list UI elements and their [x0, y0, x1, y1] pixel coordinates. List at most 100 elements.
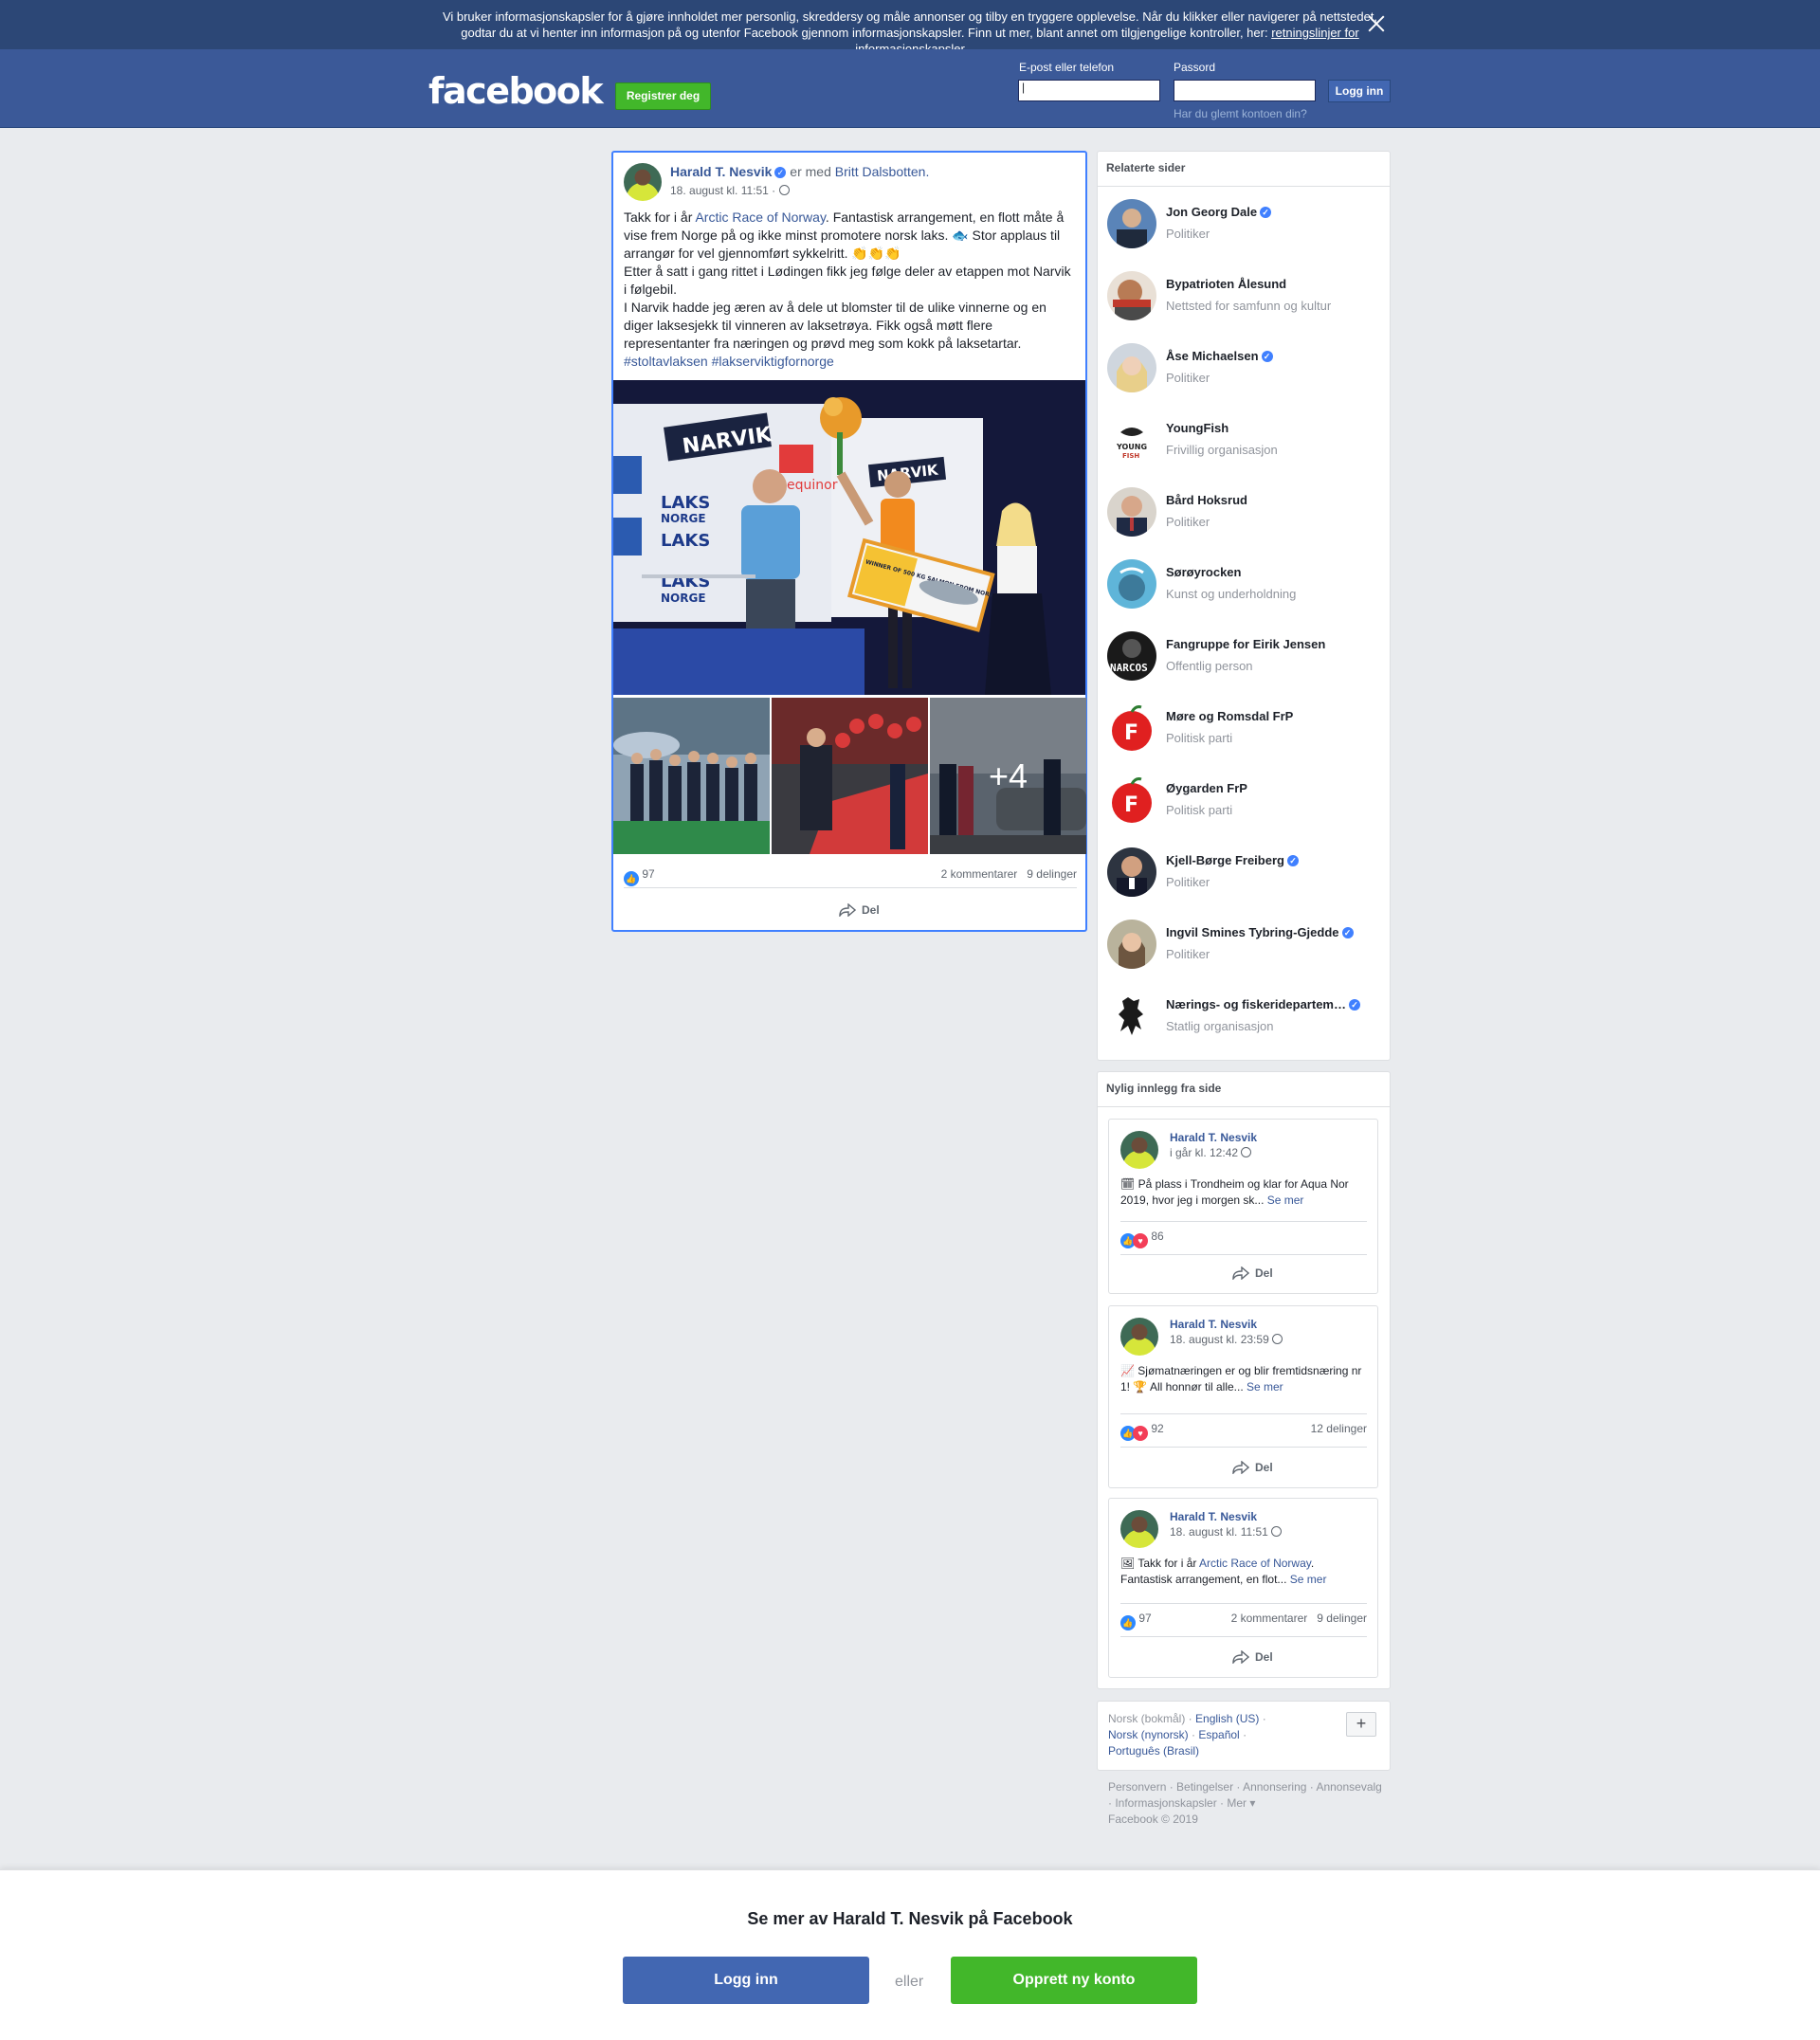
- likes-count: 97: [642, 867, 655, 881]
- language-link[interactable]: Español: [1198, 1728, 1239, 1741]
- page-category: Statlig organisasjon: [1166, 1019, 1274, 1033]
- register-button[interactable]: Registrer deg: [615, 82, 711, 110]
- post-author-link[interactable]: Harald T. Nesvik: [1170, 1318, 1257, 1331]
- verified-icon: ✓: [1260, 207, 1272, 218]
- more-photos-count[interactable]: +4: [930, 698, 1086, 854]
- frp-logo: F: [1107, 775, 1156, 825]
- recent-post-card[interactable]: Harald T. Nesvik 18. august kl. 11:51 🖼 …: [1108, 1498, 1378, 1678]
- excerpt-text: På plass i Trondheim og klar for Aqua No…: [1120, 1177, 1349, 1207]
- arctic-race-link[interactable]: Arctic Race of Norway: [695, 209, 825, 225]
- separator: ·: [1188, 1728, 1199, 1741]
- language-link[interactable]: English (US): [1195, 1712, 1259, 1725]
- calendar-icon: 🗓: [1120, 1177, 1136, 1191]
- photo-icon: 🖼: [1120, 1557, 1136, 1570]
- hashtag-links[interactable]: #stoltavlaksen #lakserviktigfornorge: [624, 354, 834, 369]
- reactions-summary[interactable]: 👍 97: [624, 867, 655, 886]
- share-label: Del: [862, 903, 880, 917]
- author-avatar[interactable]: [1120, 1510, 1158, 1548]
- footer-link-list[interactable]: Personvern · Betingelser · Annonsering ·…: [1108, 1780, 1382, 1794]
- post-date-link[interactable]: 18. august kl. 11:51: [1170, 1525, 1271, 1539]
- reactions-count[interactable]: 92: [1151, 1422, 1163, 1435]
- related-page-item[interactable]: F Møre og Romsdal FrP Politisk parti: [1107, 703, 1382, 756]
- bottom-login-button[interactable]: Logg inn: [623, 1957, 869, 2004]
- related-page-item[interactable]: Sørøyrocken Kunst og underholdning: [1107, 559, 1382, 612]
- related-page-item[interactable]: Bypatrioten Ålesund Nettsted for samfunn…: [1107, 271, 1382, 324]
- photo-thumbnails: +4: [613, 698, 1086, 854]
- more-languages-button[interactable]: +: [1346, 1712, 1376, 1737]
- related-page-item[interactable]: Bård Hoksrud Politiker: [1107, 487, 1382, 540]
- author-avatar[interactable]: [624, 163, 662, 201]
- share-button[interactable]: Del: [1232, 1266, 1273, 1280]
- page-avatar: [1107, 847, 1156, 897]
- share-button[interactable]: Del: [839, 903, 880, 917]
- share-button[interactable]: Del: [1232, 1650, 1273, 1664]
- password-field[interactable]: [1174, 80, 1316, 101]
- page-name: Åse Michaelsen: [1166, 349, 1259, 363]
- login-button[interactable]: Logg inn: [1328, 80, 1391, 102]
- see-more-link[interactable]: Se mer: [1247, 1380, 1283, 1393]
- forgot-account-link[interactable]: Har du glemt kontoen din?: [1174, 107, 1307, 120]
- shares-count[interactable]: 12 delinger: [1311, 1422, 1367, 1435]
- reactions-count[interactable]: 86: [1151, 1229, 1163, 1243]
- footer-link-list[interactable]: · Informasjonskapsler · Mer ▾: [1108, 1796, 1255, 1810]
- related-page-item[interactable]: Åse Michaelsen ✓ Politiker: [1107, 343, 1382, 396]
- copyright: Facebook © 2019: [1108, 1812, 1198, 1826]
- share-label: Del: [1255, 1461, 1273, 1474]
- facebook-logo[interactable]: facebook: [428, 70, 604, 112]
- recent-post-card[interactable]: Harald T. Nesvik 18. august kl. 23:59 📈 …: [1108, 1305, 1378, 1488]
- related-page-item[interactable]: Jon Georg Dale ✓ Politiker: [1107, 199, 1382, 252]
- related-page-item[interactable]: Ingvil Smines Tybring-Gjedde ✓ Politiker: [1107, 920, 1382, 973]
- see-more-link[interactable]: Se mer: [1267, 1193, 1304, 1207]
- language-selector: Norsk (bokmål) · English (US) · Norsk (n…: [1097, 1701, 1391, 1771]
- photo-thumbnail[interactable]: +4: [930, 698, 1086, 854]
- recent-posts-title: Nylig innlegg fra side: [1098, 1072, 1390, 1107]
- reactions-count[interactable]: 97: [1138, 1612, 1151, 1625]
- related-pages-title: Relaterte sider: [1098, 152, 1390, 187]
- recent-post-card[interactable]: Harald T. Nesvik i går kl. 12:42 🗓 På pl…: [1108, 1119, 1378, 1294]
- comments-count[interactable]: 2 kommentarer: [941, 867, 1018, 881]
- photo-thumbnail[interactable]: [613, 698, 770, 854]
- post-author-link[interactable]: Harald T. Nesvik: [1170, 1510, 1257, 1523]
- author-avatar[interactable]: [1120, 1131, 1158, 1169]
- laks-sign-text: LAKS: [661, 493, 710, 513]
- related-page-item[interactable]: NARCOS Fangruppe for Eirik Jensen Offent…: [1107, 631, 1382, 684]
- verified-icon: ✓: [1286, 855, 1299, 866]
- author-avatar[interactable]: [1120, 1318, 1158, 1356]
- body-text: I Narvik hadde jeg æren av å dele ut blo…: [624, 300, 1046, 351]
- comments-shares-summary: 2 kommentarer 9 delinger: [941, 867, 1077, 881]
- globe-icon: [778, 185, 790, 195]
- page-name: Fangruppe for Eirik Jensen: [1166, 637, 1326, 651]
- page-category: Offentlig person: [1166, 659, 1253, 673]
- globe-icon: [1271, 1526, 1283, 1537]
- post-date-link[interactable]: i går kl. 12:42: [1170, 1146, 1241, 1159]
- tagged-person-link[interactable]: Britt Dalsbotten.: [835, 164, 930, 179]
- norge-sign-text: NORGE: [661, 512, 706, 525]
- comments-count[interactable]: 2 kommentarer: [1231, 1612, 1308, 1625]
- post-date-link[interactable]: 18. august kl. 11:51 ·: [670, 184, 779, 197]
- related-page-item[interactable]: YOUNG FISH YoungFish Frivillig organisasj…: [1107, 415, 1382, 468]
- with-text: er med: [786, 164, 835, 179]
- related-page-item[interactable]: Nærings- og fiskeridepartem… ✓ Statlig or…: [1107, 992, 1382, 1045]
- language-link[interactable]: Norsk (nynorsk): [1108, 1728, 1189, 1741]
- see-more-link[interactable]: Se mer: [1290, 1573, 1327, 1586]
- arctic-race-link[interactable]: Arctic Race of Norway: [1199, 1557, 1311, 1570]
- post-author-link[interactable]: Harald T. Nesvik: [670, 164, 772, 179]
- like-icon: 👍: [624, 871, 639, 886]
- share-icon: [1232, 1650, 1249, 1664]
- shares-count[interactable]: 9 delinger: [1317, 1612, 1367, 1625]
- related-page-item[interactable]: Kjell-Børge Freiberg ✓ Politiker: [1107, 847, 1382, 901]
- main-photo[interactable]: NARVIK NARVIK LAKS NORGE LAKS LAKS NORGE…: [613, 380, 1085, 695]
- close-icon[interactable]: [1366, 13, 1387, 34]
- email-field[interactable]: |: [1018, 80, 1160, 101]
- post-date-link[interactable]: 18. august kl. 23:59: [1170, 1333, 1272, 1346]
- shares-count[interactable]: 9 delinger: [1027, 867, 1077, 881]
- language-link[interactable]: Português (Brasil): [1108, 1744, 1199, 1758]
- photo-thumbnail[interactable]: [772, 698, 928, 854]
- post-author-link[interactable]: Harald T. Nesvik: [1170, 1131, 1257, 1144]
- page-avatar: [1107, 487, 1156, 537]
- related-page-item[interactable]: F Øygarden FrP Politisk parti: [1107, 775, 1382, 829]
- share-button[interactable]: Del: [1232, 1461, 1273, 1474]
- page-category: Politiker: [1166, 515, 1210, 529]
- create-account-button[interactable]: Opprett ny konto: [951, 1957, 1197, 2004]
- cookie-message: Vi bruker informasjonskapsler for å gjør…: [442, 9, 1378, 40]
